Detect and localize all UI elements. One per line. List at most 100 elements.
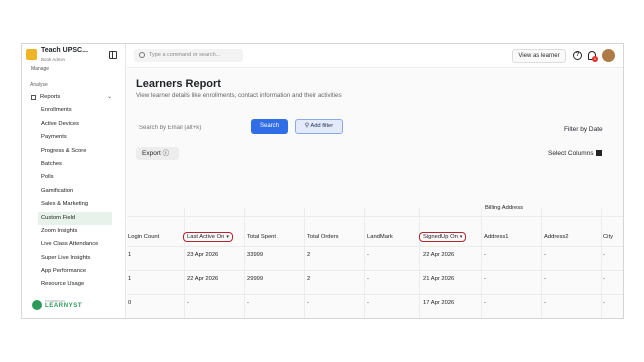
sidebar-item-progress-score[interactable]: Progress & Score bbox=[22, 145, 126, 158]
table-cell: 1 bbox=[128, 252, 132, 258]
column-header-label: Login Count bbox=[128, 234, 160, 240]
sidebar-item-payments[interactable]: Payments bbox=[22, 131, 126, 144]
table-cell: 17 Apr 2026 bbox=[423, 300, 455, 306]
column-divider bbox=[481, 208, 482, 318]
search-button[interactable]: Search bbox=[251, 119, 288, 134]
org-switcher[interactable]: Teach UPSC... Book Admin bbox=[22, 44, 126, 68]
table-cell: 33999 bbox=[247, 252, 264, 258]
export-button[interactable]: Export ⓘ bbox=[136, 147, 179, 160]
sidebar-nav: Reports ⌄ Enrollments Active Devices Payme… bbox=[22, 91, 126, 292]
table-cell: 2 bbox=[307, 252, 311, 258]
info-icon: ⓘ bbox=[160, 150, 170, 157]
chevron-down-icon: ⌄ bbox=[106, 94, 112, 100]
sidebar-item-active-devices[interactable]: Active Devices bbox=[22, 118, 126, 131]
notification-count-badge: 1 bbox=[592, 56, 598, 62]
column-divider bbox=[184, 208, 185, 318]
table-cell: - bbox=[484, 300, 486, 306]
column-header-label: Address1 bbox=[484, 234, 509, 240]
table-cell: - bbox=[247, 300, 249, 306]
powered-by-name: LEARNYST bbox=[45, 303, 83, 309]
select-columns-label: Select Columns bbox=[548, 150, 594, 157]
sidebar-item-polls[interactable]: Polls bbox=[22, 171, 126, 184]
table-cell: - bbox=[603, 300, 605, 306]
org-logo bbox=[26, 49, 37, 60]
sidebar: Teach UPSC... Book Admin Manage Analyse … bbox=[22, 44, 126, 318]
learnyst-logo-icon bbox=[32, 300, 42, 310]
table-cell: 1 bbox=[128, 276, 132, 282]
sidebar-item-zoom-insights[interactable]: Zoom Insights bbox=[22, 225, 126, 238]
sidebar-collapse-icon[interactable] bbox=[109, 51, 117, 59]
table-cell: - bbox=[367, 276, 369, 282]
table-cell: - bbox=[484, 252, 486, 258]
sidebar-item-live-class-attendance[interactable]: Live Class Attendance bbox=[22, 238, 126, 251]
sidebar-item-manage[interactable]: Manage bbox=[22, 66, 126, 73]
column-header-login-count[interactable]: Login Count bbox=[128, 234, 159, 240]
table-cell: - bbox=[544, 300, 546, 306]
sidebar-item-enrollments[interactable]: Enrollments bbox=[22, 104, 126, 117]
help-icon[interactable]: ? bbox=[573, 51, 582, 60]
table-cell: - bbox=[544, 276, 546, 282]
command-search[interactable]: Type a command or search... bbox=[134, 49, 243, 62]
column-divider bbox=[541, 208, 542, 318]
column-header-total-orders[interactable]: Total Orders bbox=[307, 234, 339, 240]
select-columns-button[interactable]: Select Columns bbox=[548, 150, 602, 157]
column-header-total-spent[interactable]: Total Spent bbox=[247, 234, 276, 240]
column-header-address1[interactable]: Address1 bbox=[484, 234, 509, 240]
export-label: Export bbox=[142, 150, 161, 157]
add-filter-button[interactable]: ⚲ Add filter bbox=[295, 119, 343, 134]
avatar[interactable] bbox=[602, 49, 615, 62]
reports-icon bbox=[31, 95, 36, 100]
column-header-city[interactable]: City bbox=[603, 234, 613, 240]
sidebar-item-label: Reports bbox=[40, 94, 61, 100]
filter-by-date-button[interactable]: Filter by Date bbox=[564, 126, 604, 133]
column-header-label: Total Orders bbox=[307, 234, 339, 240]
billing-address-group-header: Billing Address bbox=[485, 205, 524, 211]
table-cell: 23 Apr 2026 bbox=[187, 252, 219, 258]
sidebar-item-sales-marketing[interactable]: Sales & Marketing bbox=[22, 198, 126, 211]
table-cell: - bbox=[307, 300, 309, 306]
table-cell: 22 Apr 2026 bbox=[187, 276, 219, 282]
table-cell: - bbox=[187, 300, 189, 306]
column-header-address2[interactable]: Address2 bbox=[544, 234, 569, 240]
sidebar-item-custom-field[interactable]: Custom Field bbox=[38, 211, 112, 225]
table-cell: - bbox=[367, 252, 369, 258]
column-divider bbox=[364, 208, 365, 318]
column-header-label: LandMark bbox=[367, 234, 393, 240]
top-bar: Type a command or search... View as lear… bbox=[127, 44, 623, 68]
column-header-label: City bbox=[603, 234, 613, 240]
command-search-placeholder: Type a command or search... bbox=[149, 52, 221, 58]
row-divider bbox=[127, 294, 623, 295]
column-header-signedup-on[interactable]: SignedUp On ▾ bbox=[419, 232, 467, 242]
sidebar-item-batches[interactable]: Batches bbox=[22, 158, 126, 171]
sidebar-item-reports[interactable]: Reports ⌄ bbox=[22, 91, 126, 104]
main-content: Learners Report View learner details lik… bbox=[127, 69, 624, 319]
column-header-label: SignedUp On bbox=[423, 234, 458, 240]
email-search-input[interactable] bbox=[136, 121, 244, 135]
table-cell: - bbox=[367, 300, 369, 306]
table-cell: 21 Apr 2026 bbox=[423, 276, 455, 282]
org-name: Teach UPSC... bbox=[41, 47, 88, 54]
column-header-last-active-on[interactable]: Last Active On ▾ bbox=[183, 232, 233, 242]
row-divider bbox=[127, 318, 624, 319]
sort-caret-icon: ▾ bbox=[226, 234, 229, 240]
sort-caret-icon: ▾ bbox=[459, 234, 463, 240]
column-divider bbox=[304, 208, 305, 318]
columns-icon bbox=[595, 150, 602, 157]
column-header-landmark[interactable]: LandMark bbox=[367, 234, 393, 240]
powered-by-logo: POWERED BY LEARNYST bbox=[32, 298, 92, 314]
table-cell: - bbox=[603, 276, 605, 282]
sidebar-item-super-live-insights[interactable]: Super Live Insights bbox=[22, 252, 126, 265]
column-header-label: Address2 bbox=[544, 234, 569, 240]
section-label-analyse: Analyse bbox=[30, 82, 48, 88]
sidebar-item-app-performance[interactable]: App Performance bbox=[22, 265, 126, 278]
table-cell: - bbox=[544, 252, 546, 258]
view-as-learner-button[interactable]: View as learner bbox=[512, 49, 566, 63]
sidebar-item-resource-usage[interactable]: Resource Usage bbox=[22, 278, 126, 291]
add-filter-label: Add filter bbox=[310, 123, 334, 129]
column-divider bbox=[244, 208, 245, 318]
row-divider bbox=[127, 216, 623, 217]
row-divider bbox=[127, 270, 623, 271]
table-cell: 29999 bbox=[247, 276, 264, 282]
column-divider bbox=[419, 208, 420, 318]
sidebar-item-gamification[interactable]: Gamification bbox=[22, 185, 126, 198]
